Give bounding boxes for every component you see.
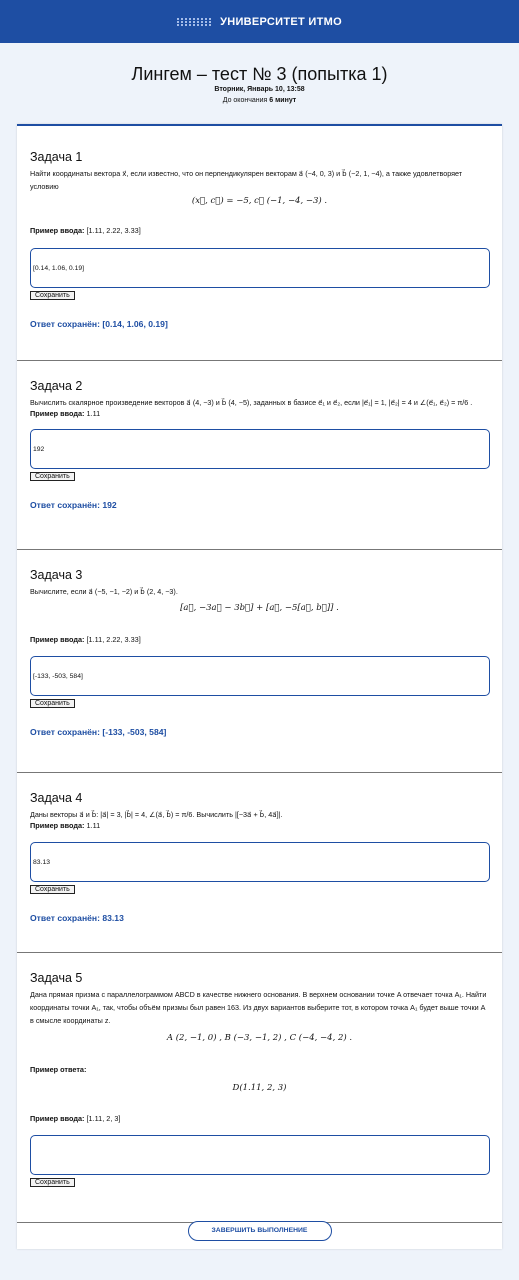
- task-3: Задача 3 Вычислите, если a⃗ (−5, −1, −2)…: [17, 550, 502, 773]
- finish-area: ЗАВЕРШИТЬ ВЫПОЛНЕНИЕ: [17, 1221, 502, 1241]
- task-title: Задача 1: [30, 150, 83, 164]
- task-5: Задача 5 Дана прямая призма с параллелог…: [17, 953, 502, 1223]
- answer-input[interactable]: [30, 429, 490, 469]
- top-header: УНИВЕРСИТЕТ ИТМО: [0, 0, 519, 43]
- task-2: Задача 2 Вычислить скалярное произведени…: [17, 361, 502, 550]
- example-value: 1.11: [86, 409, 101, 418]
- page-title: Лингем – тест № 3 (попытка 1): [131, 64, 388, 84]
- save-button[interactable]: Сохранить: [30, 699, 75, 708]
- remain-value: 6 минут: [269, 97, 297, 104]
- task-text: Даны векторы a⃗ и b⃗: |a⃗| = 3, |b⃗| = 4…: [30, 810, 283, 819]
- task-title: Задача 4: [30, 791, 83, 805]
- answer-input[interactable]: [30, 1135, 490, 1175]
- answer-example-label: Пример ответа:: [30, 1065, 87, 1074]
- task-formula: A (2, −1, 0) , B (−3, −1, 2) , C (−4, −4…: [166, 1033, 353, 1043]
- example-value: [1.11, 2.22, 3.33]: [86, 226, 141, 235]
- saved-answer: Ответ сохранён: 83.13: [30, 913, 124, 923]
- logo-text: УНИВЕРСИТЕТ ИТМО: [220, 15, 342, 28]
- answer-input[interactable]: [30, 842, 490, 882]
- saved-answer: Ответ сохранён: [0.14, 1.06, 0.19]: [30, 319, 168, 329]
- example-label: Пример ввода:: [30, 1114, 85, 1123]
- saved-answer: Ответ сохранён: 192: [30, 500, 117, 510]
- tasks-card: Задача 1 Найти координаты вектора x⃗, ес…: [17, 124, 502, 1249]
- answer-example: Пример ответа:: [30, 1065, 489, 1074]
- save-button[interactable]: Сохранить: [30, 472, 75, 481]
- task-title: Задача 2: [30, 379, 83, 393]
- save-button[interactable]: Сохранить: [30, 291, 75, 300]
- task-text: Вычислить скалярное произведение векторо…: [30, 398, 473, 407]
- example-label: Пример ввода:: [30, 635, 85, 644]
- input-example: Пример ввода: [1.11, 2.22, 3.33]: [30, 226, 489, 235]
- finish-button[interactable]: ЗАВЕРШИТЬ ВЫПОЛНЕНИЕ: [187, 1221, 332, 1241]
- task-text: Найти координаты вектора x⃗, если извест…: [30, 169, 463, 191]
- task-formula: [a⃗, −3a⃗ − 3b⃗] + [a⃗, −5[a⃗, b⃗]] .: [180, 603, 339, 613]
- task-text: Дана прямая призма с параллелограммом AB…: [30, 990, 487, 1025]
- example-value: 1.11: [86, 821, 101, 830]
- input-example: Пример ввода: 1.11: [30, 821, 489, 830]
- example-label: Пример ввода:: [30, 226, 85, 235]
- task-formula: (x⃗, c⃗) = −5, c⃗ (−1, −4, −3) .: [191, 196, 328, 206]
- remain-prefix: До окончания: [222, 97, 268, 104]
- page-heading: Лингем – тест № 3 (попытка 1) Вторник, Я…: [0, 43, 519, 125]
- answer-input[interactable]: [30, 656, 490, 696]
- time-remaining: До окончания 6 минут: [0, 97, 519, 104]
- task-title: Задача 3: [30, 568, 83, 582]
- answer-input[interactable]: [30, 248, 490, 288]
- task-4: Задача 4 Даны векторы a⃗ и b⃗: |a⃗| = 3,…: [17, 773, 502, 953]
- example-value: [1.11, 2.22, 3.33]: [86, 635, 141, 644]
- example-label: Пример ввода:: [30, 821, 85, 830]
- input-example: Пример ввода: [1.11, 2.22, 3.33]: [30, 635, 489, 644]
- itmo-logo-icon: [177, 17, 212, 26]
- save-button[interactable]: Сохранить: [30, 885, 75, 894]
- answer-example-formula: D(1.11, 2, 3): [232, 1083, 287, 1093]
- example-value: [1.11, 2, 3]: [86, 1114, 121, 1123]
- test-date: Вторник, Январь 10, 13:58: [214, 86, 305, 93]
- example-label: Пример ввода:: [30, 409, 85, 418]
- saved-answer: Ответ сохранён: [-133, -503, 584]: [30, 727, 167, 737]
- input-example: Пример ввода: [1.11, 2, 3]: [30, 1114, 489, 1123]
- task-text: Вычислите, если a⃗ (−5, −1, −2) и b⃗ (2,…: [30, 587, 178, 596]
- task-title: Задача 5: [30, 971, 83, 985]
- save-button[interactable]: Сохранить: [30, 1178, 75, 1187]
- input-example: Пример ввода: 1.11: [30, 409, 489, 418]
- task-1: Задача 1 Найти координаты вектора x⃗, ес…: [17, 126, 502, 361]
